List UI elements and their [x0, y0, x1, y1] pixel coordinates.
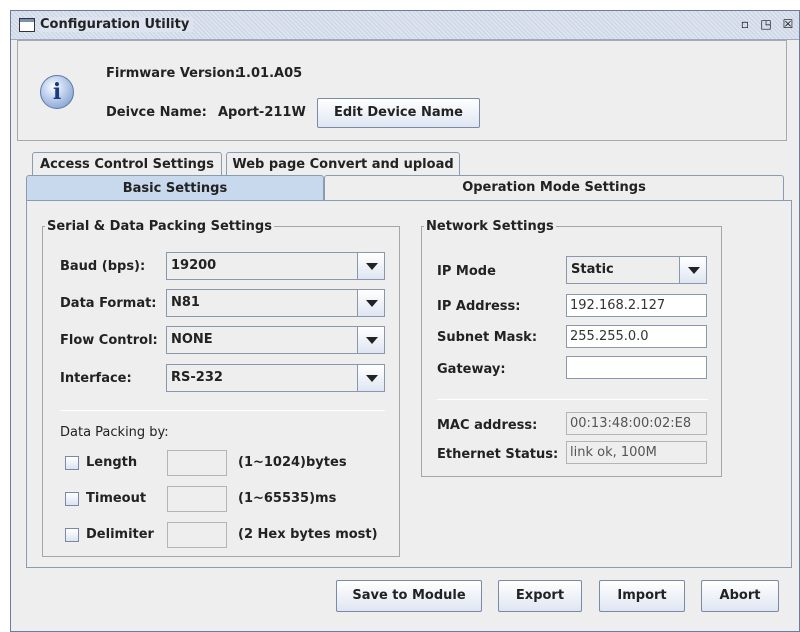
device-info-panel: i Firmware Version: 1.01.A05 Deivce Name…	[17, 40, 787, 141]
edit-device-name-button[interactable]: Edit Device Name	[317, 98, 480, 128]
baud-label: Baud (bps):	[60, 259, 146, 274]
network-settings-legend: Network Settings	[426, 219, 554, 234]
chevron-down-icon[interactable]	[679, 257, 706, 283]
data-format-label: Data Format:	[60, 296, 157, 311]
gateway-label: Gateway:	[437, 362, 506, 377]
tab-operation-mode[interactable]: Operation Mode Settings	[324, 175, 784, 200]
chevron-down-icon[interactable]	[357, 253, 384, 279]
tab-basic-settings[interactable]: Basic Settings	[26, 175, 324, 201]
delimiter-label: Delimiter	[86, 527, 154, 542]
baud-value: 19200	[171, 258, 217, 273]
timeout-checkbox[interactable]	[65, 492, 79, 506]
flow-control-value: NONE	[171, 332, 213, 347]
chevron-down-icon[interactable]	[357, 327, 384, 353]
firmware-value: 1.01.A05	[237, 66, 303, 81]
ip-mode-label: IP Mode	[437, 264, 496, 279]
ethernet-status-label: Ethernet Status:	[437, 447, 559, 462]
import-button[interactable]: Import	[599, 580, 685, 612]
tab-web-page-convert[interactable]: Web page Convert and upload	[226, 152, 460, 176]
tab-access-control[interactable]: Access Control Settings	[32, 152, 222, 176]
mac-address-label: MAC address:	[437, 418, 538, 433]
length-checkbox[interactable]	[65, 456, 79, 470]
delimiter-field[interactable]	[167, 522, 227, 548]
length-field[interactable]	[167, 450, 227, 476]
ethernet-status-field: link ok, 100M	[566, 441, 707, 464]
flow-control-select[interactable]: NONE	[166, 326, 385, 354]
ip-address-label: IP Address:	[437, 299, 521, 314]
title-bar[interactable]: Configuration Utility ▫ ◳ ☒	[11, 11, 799, 40]
network-divider	[437, 399, 708, 400]
data-format-value: N81	[171, 295, 200, 310]
info-icon: i	[40, 75, 74, 109]
ip-mode-value: Static	[571, 262, 614, 277]
window-title: Configuration Utility	[40, 17, 194, 32]
export-button[interactable]: Export	[498, 580, 582, 612]
abort-button[interactable]: Abort	[701, 580, 779, 612]
gateway-input[interactable]	[566, 356, 707, 379]
chevron-down-icon[interactable]	[357, 290, 384, 316]
ip-mode-select[interactable]: Static	[566, 256, 707, 284]
serial-settings-legend: Serial & Data Packing Settings	[47, 219, 272, 234]
firmware-label: Firmware Version:	[106, 66, 240, 81]
timeout-label: Timeout	[86, 491, 147, 506]
mac-address-field: 00:13:48:00:02:E8	[566, 412, 707, 435]
interface-label: Interface:	[60, 371, 132, 386]
interface-value: RS-232	[171, 370, 223, 385]
flow-control-label: Flow Control:	[60, 333, 158, 348]
window-icon	[19, 18, 35, 32]
serial-divider	[60, 410, 385, 411]
chevron-down-icon[interactable]	[357, 365, 384, 391]
data-format-select[interactable]: N81	[166, 289, 385, 317]
device-name-value: Aport-211W	[218, 105, 306, 120]
ip-address-input[interactable]: 192.168.2.127	[566, 294, 707, 317]
length-label: Length	[86, 455, 138, 470]
subnet-mask-input[interactable]: 255.255.0.0	[566, 325, 707, 348]
subnet-mask-label: Subnet Mask:	[437, 330, 538, 345]
save-to-module-button[interactable]: Save to Module	[336, 580, 482, 612]
length-hint: (1~1024)bytes	[238, 455, 347, 470]
interface-select[interactable]: RS-232	[166, 364, 385, 392]
data-packing-label: Data Packing by:	[60, 425, 169, 440]
delimiter-checkbox[interactable]	[65, 528, 79, 542]
delimiter-hint: (2 Hex bytes most)	[238, 527, 378, 542]
timeout-field[interactable]	[167, 486, 227, 512]
baud-select[interactable]: 19200	[166, 252, 385, 280]
timeout-hint: (1~65535)ms	[238, 491, 337, 506]
close-icon[interactable]: ☒	[780, 17, 796, 33]
device-name-label: Deivce Name:	[106, 105, 207, 120]
minimize-icon[interactable]: ▫	[737, 17, 753, 33]
maximize-icon[interactable]: ◳	[758, 17, 774, 33]
